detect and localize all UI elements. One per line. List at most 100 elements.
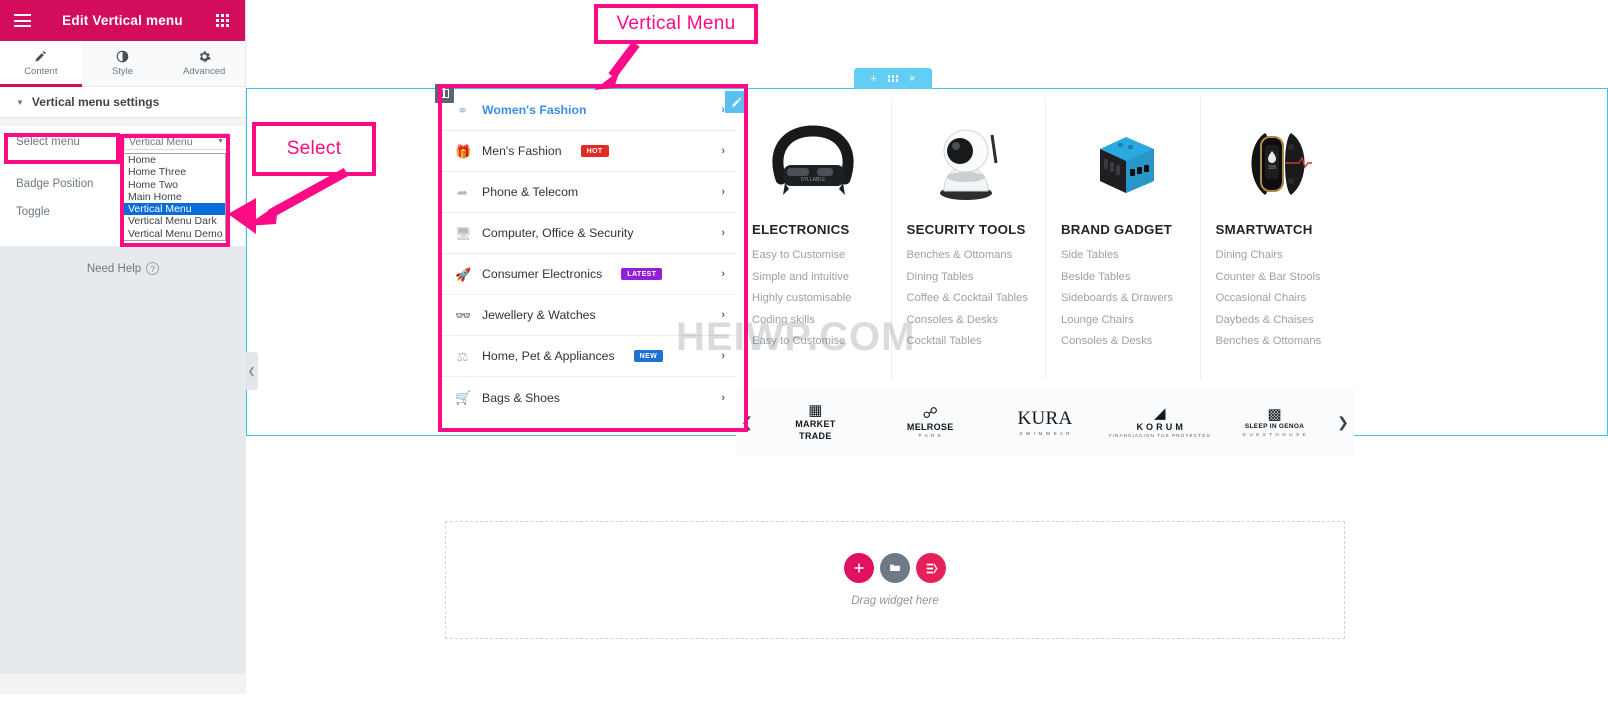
brand-name: KURA <box>1017 408 1073 430</box>
melrose-mark-icon: ☍ <box>922 404 938 422</box>
section-title: Vertical menu settings <box>31 95 160 109</box>
caret-down-icon: ▼ <box>16 97 24 107</box>
category-link[interactable]: Consoles & Desks <box>907 314 1030 326</box>
app-root: Edit Vertical menu Content Style Advance… <box>0 0 1608 714</box>
security-camera-image <box>907 120 1030 208</box>
chevron-left-icon: ❮ <box>247 365 256 376</box>
category-column-security-tools: SECURITY TOOLS Benches & Ottomans Dining… <box>890 92 1046 387</box>
brand-logo[interactable]: ☍ MELROSE P A R K <box>873 406 988 438</box>
category-link[interactable]: Lounge Chairs <box>1061 314 1184 326</box>
tab-advanced-label: Advanced <box>183 66 226 77</box>
brand-logo[interactable]: KURA S W I M W E A R <box>988 408 1103 436</box>
brand-name: K O R U M <box>1136 421 1184 432</box>
category-links: Benches & Ottomans Dining Tables Coffee … <box>907 249 1030 347</box>
brand-logo[interactable]: ▩ SLEEP IN GENOA G U E S T H O U S E <box>1217 407 1332 436</box>
svg-text:105: 105 <box>1268 165 1277 171</box>
category-link[interactable]: Coding skills <box>752 314 875 326</box>
brand-name-line2: TRADE <box>799 430 832 441</box>
category-links: Easy to Customise Simple and intuitive H… <box>752 249 875 347</box>
annotation-label-vertical-menu: Vertical Menu <box>594 4 758 44</box>
template-icon[interactable] <box>916 553 946 583</box>
category-link[interactable]: Beside Tables <box>1061 271 1184 283</box>
grid-icon[interactable] <box>887 75 899 82</box>
tab-style[interactable]: Style <box>81 41 164 86</box>
category-link[interactable]: Benches & Ottomans <box>907 249 1030 261</box>
grid-icon[interactable] <box>216 14 231 27</box>
carousel-next-button[interactable]: ❯ <box>1332 414 1354 431</box>
need-help[interactable]: Need Help ? <box>0 262 246 275</box>
category-link[interactable]: Highly customisable <box>752 292 875 304</box>
dropzone-label: Drag widget here <box>851 595 939 607</box>
category-link[interactable]: Dining Chairs <box>1216 249 1339 261</box>
brand-subtitle: S W I M W E A R <box>1019 430 1071 436</box>
category-link[interactable]: Benches & Ottomans <box>1216 335 1339 347</box>
annotation-highlight-select-menu <box>4 133 120 164</box>
tab-advanced[interactable]: Advanced <box>163 41 246 86</box>
brand-logo[interactable]: ▦ MARKET TRADE <box>758 403 873 441</box>
fitness-band-image: 105 <box>1216 120 1339 208</box>
category-link[interactable]: Sideboards & Drawers <box>1061 292 1184 304</box>
dropzone-buttons <box>844 553 946 583</box>
question-mark-icon: ? <box>146 262 160 275</box>
badge-position-label: Badge Position <box>16 177 94 190</box>
close-icon[interactable]: × <box>909 73 915 85</box>
korum-mark-icon: ◢ <box>1154 404 1166 422</box>
annotation-text: Vertical Menu <box>616 13 736 34</box>
category-link[interactable]: Dining Tables <box>907 271 1030 283</box>
annotation-arrow-vertical-menu <box>594 41 640 90</box>
svg-text:SYLLABLE: SYLLABLE <box>801 177 827 183</box>
category-links: Dining Chairs Counter & Bar Stools Occas… <box>1216 249 1339 347</box>
panel-tabs: Content Style Advanced <box>0 41 246 87</box>
category-column-smartwatch: 105 SMARTWATCH Dining Chairs Counter & B… <box>1199 92 1355 387</box>
hamburger-icon[interactable] <box>14 14 31 27</box>
brand-logo[interactable]: ◢ K O R U M FINANCIACION TUS PROYECTOS <box>1102 406 1217 438</box>
annotation-text: Select <box>286 138 342 159</box>
gear-icon <box>198 50 211 63</box>
market-trade-mark-icon: ▦ <box>808 402 823 420</box>
brand-name: SLEEP IN GENOA <box>1244 423 1305 431</box>
mega-menu-panel: SYLLABLE ELECTRONICS Easy to Customise S… <box>736 92 1354 387</box>
category-link[interactable]: Easy to Customise <box>752 249 875 261</box>
add-widget-button[interactable] <box>844 553 874 583</box>
tab-content-label: Content <box>24 66 58 77</box>
panel-filler <box>0 246 246 674</box>
category-column-brand-gadget: BRAND GADGET Side Tables Beside Tables S… <box>1045 92 1200 387</box>
toggle-label: Toggle <box>16 205 50 218</box>
sleep-in-genoa-mark-icon: ▩ <box>1267 406 1282 424</box>
elementor-settings-panel: Edit Vertical menu Content Style Advance… <box>0 0 246 694</box>
category-title: BRAND GADGET <box>1061 222 1172 237</box>
panel-collapse-handle[interactable]: ❮ <box>245 352 258 390</box>
category-link[interactable]: Occasional Chairs <box>1216 292 1339 304</box>
annotation-arrow-dropdown <box>228 198 256 234</box>
brand-name: MELROSE <box>906 421 954 432</box>
pencil-icon <box>34 50 47 63</box>
category-links: Side Tables Beside Tables Sideboards & D… <box>1061 249 1184 347</box>
contrast-icon <box>116 50 129 63</box>
category-link[interactable]: Simple and intuitive <box>752 271 875 283</box>
category-link[interactable]: Daybeds & Chaises <box>1216 314 1339 326</box>
category-link[interactable]: Side Tables <box>1061 249 1184 261</box>
travel-adapter-image <box>1061 120 1184 208</box>
annotation-highlight-vertical-menu <box>438 84 748 432</box>
folder-icon[interactable] <box>880 553 910 583</box>
category-link[interactable]: Cocktail Tables <box>907 335 1030 347</box>
category-title: SMARTWATCH <box>1215 222 1313 237</box>
brand-subtitle: FINANCIACION TUS PROYECTOS <box>1108 433 1211 439</box>
annotation-highlight-dropdown <box>120 134 230 247</box>
panel-header: Edit Vertical menu <box>0 0 245 41</box>
need-help-label: Need Help <box>86 262 142 275</box>
wireless-earbuds-image: SYLLABLE <box>752 120 875 208</box>
tab-content[interactable]: Content <box>0 41 82 87</box>
category-link[interactable]: Coffee & Cocktail Tables <box>907 292 1030 304</box>
page-title: Edit Vertical menu <box>62 13 183 28</box>
add-section-icon[interactable]: + <box>870 73 876 85</box>
tab-style-label: Style <box>111 66 134 77</box>
vertical-menu-settings-section[interactable]: ▼ Vertical menu settings <box>0 87 245 118</box>
category-link[interactable]: Easy to Customise <box>752 335 875 347</box>
brand-subtitle: P A R K <box>918 433 942 439</box>
category-link[interactable]: Consoles & Desks <box>1061 335 1184 347</box>
category-column-electronics: SYLLABLE ELECTRONICS Easy to Customise S… <box>736 92 891 387</box>
widget-dropzone[interactable]: Drag widget here <box>445 521 1345 639</box>
category-link[interactable]: Counter & Bar Stools <box>1216 271 1339 283</box>
section-toolbar: + × <box>854 68 932 89</box>
